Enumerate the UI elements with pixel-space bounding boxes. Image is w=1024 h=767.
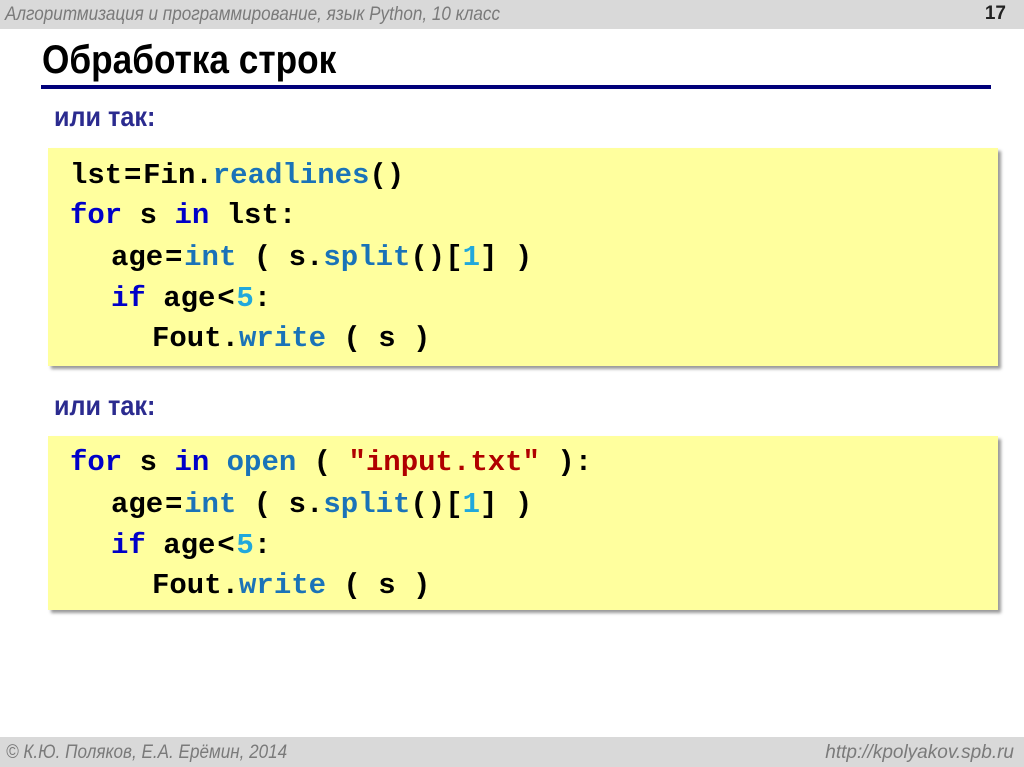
code-token: lst [70,159,123,192]
code-token: s [122,446,175,479]
code-token: write [239,322,327,355]
title-divider [41,85,991,89]
code-token: () [369,159,405,192]
code-token: lst: [209,199,297,232]
code-token: readlines [212,159,370,192]
code-token: = [165,240,183,272]
code-block-2: for s in open ( "input.txt" ): age=int ( … [48,436,998,610]
code-token: ] ) [480,488,533,521]
code-token: Fout. [152,569,240,602]
code-token: ( s ) [326,569,431,602]
code-token: Fout. [152,322,240,355]
code-block-1: lst=Fin.readlines() for s in lst: age=int … [48,148,998,366]
code-token: "input.txt" [348,446,540,479]
code-line: age=int ( s.split()[1] ) [70,236,998,277]
code-token: ()[ [410,241,463,274]
code-token: int [184,241,237,274]
code-line: age=int ( s.split()[1] ) [70,483,998,524]
code-line: lst=Fin.readlines() [70,154,998,195]
code-token: open [226,446,297,479]
code-token: 5 [236,529,254,562]
code-token: : [253,282,272,315]
code-token: ): [539,446,593,479]
code-token: = [165,487,183,519]
code-line: for s in lst: [70,195,998,236]
page-number: 17 [984,3,1006,24]
code-token: ( s. [236,241,324,274]
code-token: if [111,282,146,315]
code-token: split [323,241,411,274]
code-token: Fin. [143,159,213,192]
code-line: Fout.write ( s ) [70,318,998,359]
code-token: for [70,199,123,232]
code-token: age [111,241,164,274]
code-token: < [217,528,235,560]
code-token: < [217,281,235,313]
code-token: : [253,529,272,562]
code-token: 1 [462,241,481,274]
course-title: Алгоритмизация и программирование, язык … [5,4,500,25]
code-line: if age<5: [70,277,998,318]
slide-title: Обработка строк [42,38,337,82]
section-label-1: или так: [54,101,156,132]
code-token: in [174,446,210,479]
code-line: if age<5: [70,524,998,565]
code-token: ()[ [410,488,463,521]
code-token: age [145,529,216,562]
code-token: s [122,199,175,232]
copyright: © К.Ю. Поляков, Е.А. Ерёмин, 2014 [6,742,288,763]
code-line: Fout.write ( s ) [70,565,998,606]
code-token: int [184,488,237,521]
footer-bar: © К.Ю. Поляков, Е.А. Ерёмин, 2014 http:/… [0,737,1024,767]
code-token: ( [296,446,349,479]
code-token: ( s. [236,488,324,521]
code-token: 1 [462,488,481,521]
code-token: split [323,488,411,521]
code-token: 5 [236,282,254,315]
code-token: for [70,446,123,479]
code-token: = [124,158,142,190]
code-token: in [174,199,210,232]
code-token: age [145,282,216,315]
code-token: ( s ) [326,322,431,355]
code-token: write [239,569,327,602]
code-token: age [111,488,164,521]
code-token: if [111,529,146,562]
code-token: ] ) [480,241,533,274]
header-bar: Алгоритмизация и программирование, язык … [0,0,1024,29]
site-url[interactable]: http://kpolyakov.spb.ru [825,742,1014,764]
code-line: for s in open ( "input.txt" ): [70,442,998,483]
section-label-2: или так: [54,390,156,421]
